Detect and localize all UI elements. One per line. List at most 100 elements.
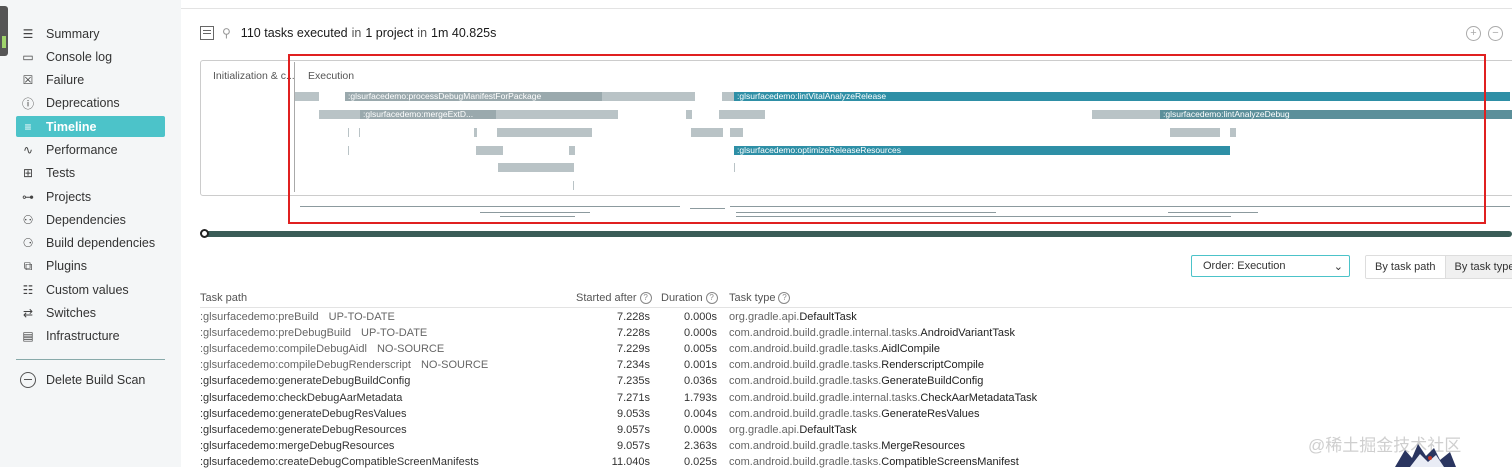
task-path-cell: :glsurfacedemo:compileDebugAidl NO-SOURCE	[200, 343, 444, 355]
sidebar-item-performance[interactable]: ∿ Performance	[16, 139, 165, 160]
help-icon[interactable]: ?	[705, 292, 718, 304]
mascot-image	[1395, 444, 1456, 467]
task-outcome: UP-TO-DATE	[361, 327, 428, 340]
table-row[interactable]: :glsurfacedemo:generateDebugResValues 9.0…	[0, 407, 1512, 423]
task-path-cell: :glsurfacedemo:mergeDebugResources	[200, 440, 404, 452]
task-path[interactable]: :glsurfacedemo:compileDebugRenderscript	[200, 359, 411, 371]
task-path[interactable]: :glsurfacedemo:preDebugBuild	[200, 327, 351, 339]
column-header-started-after[interactable]: Started after?	[576, 292, 652, 304]
sidebar-item-label: Summary	[46, 26, 100, 41]
build-summary: ⚲ 110 tasks executed in 1 project in 1m …	[200, 26, 496, 40]
sidebar-edge-tab[interactable]	[0, 6, 8, 56]
sidebar-item-summary[interactable]: ☰ Summary	[16, 23, 165, 44]
task-path[interactable]: :glsurfacedemo:generateDebugResValues	[200, 408, 406, 420]
task-type-package: org.gradle.api.	[729, 423, 800, 436]
help-icon[interactable]: ?	[778, 292, 791, 304]
list-icon[interactable]	[200, 26, 214, 40]
zoom-out-icon[interactable]: −	[1488, 26, 1503, 41]
duration-cell: 2.363s	[683, 439, 717, 452]
by-task-path-button[interactable]: By task path	[1366, 256, 1445, 278]
task-type-cell: com.android.build.gradle.tasks.AidlCompi…	[729, 343, 940, 355]
failure-icon: ☒	[22, 73, 34, 88]
sidebar-item-custom-values[interactable]: ☷ Custom values	[16, 279, 165, 300]
sidebar-item-label: Custom values	[46, 282, 129, 297]
task-outcome: NO-SOURCE	[376, 343, 445, 356]
sidebar-item-dependencies[interactable]: ⚇ Dependencies	[16, 209, 165, 230]
task-type-class[interactable]: DefaultTask	[799, 424, 856, 436]
table-row[interactable]: :glsurfacedemo:createDebugCompatibleScre…	[0, 455, 1512, 471]
task-path-cell: :glsurfacedemo:preBuild UP-TO-DATE	[200, 311, 395, 323]
help-icon[interactable]: ?	[639, 292, 652, 304]
summary-icon: ☰	[22, 26, 34, 41]
order-select[interactable]: Order: Execution ⌄	[1191, 255, 1350, 277]
duration-cell: 0.036s	[683, 375, 717, 388]
task-type-class[interactable]: AidlCompile	[881, 343, 940, 355]
task-type-package: com.android.build.gradle.tasks.	[729, 375, 882, 388]
table-row[interactable]: :glsurfacedemo:preDebugBuild UP-TO-DATE 7.…	[0, 326, 1512, 342]
task-type-package: com.android.build.gradle.internal.tasks.	[729, 391, 921, 404]
timeline-scrollbar[interactable]	[203, 231, 1512, 237]
sidebar-item-build-dependencies[interactable]: ⚆ Build dependencies	[16, 233, 165, 254]
sidebar-item-label: Build dependencies	[46, 236, 156, 251]
task-path[interactable]: :glsurfacedemo:compileDebugAidl	[200, 343, 367, 355]
task-path-cell: :glsurfacedemo:preDebugBuild UP-TO-DATE	[200, 327, 427, 339]
table-row[interactable]: :glsurfacedemo:mergeDebugResources 9.057s…	[0, 439, 1512, 455]
task-type-class[interactable]: CheckAarMetadataTask	[920, 392, 1037, 404]
task-type-class[interactable]: RenderscriptCompile	[881, 359, 984, 371]
task-type-class[interactable]: CompatibleScreensManifest	[881, 456, 1019, 468]
column-header-task-path[interactable]: Task path	[200, 292, 247, 304]
task-type-cell: com.android.build.gradle.internal.tasks.…	[729, 327, 1015, 339]
dependencies-icon: ⚇	[22, 212, 34, 227]
table-row[interactable]: :glsurfacedemo:generateDebugResources 9.0…	[0, 423, 1512, 439]
task-path[interactable]: :glsurfacedemo:generateDebugBuildConfig	[200, 375, 410, 387]
tests-icon: ⊞	[22, 166, 34, 181]
sidebar-item-tests[interactable]: ⊞ Tests	[16, 163, 165, 184]
task-path[interactable]: :glsurfacedemo:preBuild	[200, 311, 319, 323]
table-row[interactable]: :glsurfacedemo:generateDebugBuildConfig 7…	[0, 374, 1512, 390]
task-type-cell: com.android.build.gradle.tasks.GenerateB…	[729, 375, 983, 387]
task-type-class[interactable]: DefaultTask	[799, 311, 856, 323]
sidebar-item-console-log[interactable]: ▭ Console log	[16, 46, 165, 67]
deprecations-icon: ⓘ	[21, 96, 34, 111]
task-path[interactable]: :glsurfacedemo:mergeDebugResources	[200, 440, 394, 452]
summary-in-text: in	[351, 26, 362, 40]
task-path[interactable]: :glsurfacedemo:generateDebugResources	[200, 424, 407, 436]
task-path[interactable]: :glsurfacedemo:createDebugCompatibleScre…	[200, 456, 479, 468]
started-after-cell: 11.040s	[611, 455, 650, 468]
timeline-scroll-handle[interactable]	[200, 229, 209, 238]
column-header-task-type[interactable]: Task type?	[729, 292, 791, 304]
duration-cell: 0.005s	[683, 343, 717, 356]
duration-cell: 0.000s	[683, 311, 717, 323]
task-type-class[interactable]: AndroidVariantTask	[920, 327, 1015, 339]
by-task-type-button[interactable]: By task type	[1444, 256, 1512, 278]
top-divider	[181, 8, 1512, 9]
zoom-in-icon[interactable]: +	[1466, 26, 1481, 41]
task-type-class[interactable]: GenerateResValues	[881, 408, 979, 420]
task-type-package: org.gradle.api.	[729, 311, 800, 323]
task-path[interactable]: :glsurfacedemo:checkDebugAarMetadata	[200, 392, 402, 404]
project-count: 1 project	[365, 26, 414, 40]
table-row[interactable]: :glsurfacedemo:compileDebugRenderscript N…	[0, 358, 1512, 374]
sidebar-item-projects[interactable]: ⊶ Projects	[16, 186, 165, 207]
performance-icon: ∿	[22, 142, 34, 157]
build-duration: 1m 40.825s	[431, 26, 497, 40]
sidebar-item-failure[interactable]: ☒ Failure	[16, 70, 165, 91]
task-type-class[interactable]: MergeResources	[881, 440, 965, 452]
table-row[interactable]: :glsurfacedemo:checkDebugAarMetadata 7.27…	[0, 391, 1512, 407]
started-after-cell: 7.229s	[616, 343, 650, 356]
sidebar-item-label: Performance	[46, 142, 118, 157]
sidebar-item-plugins[interactable]: ⧉ Plugins	[16, 256, 165, 277]
table-row[interactable]: :glsurfacedemo:compileDebugAidl NO-SOURCE…	[0, 342, 1512, 358]
task-type-class[interactable]: GenerateBuildConfig	[881, 375, 983, 387]
sidebar-item-deprecations[interactable]: ⓘ Deprecations	[16, 93, 165, 114]
task-type-cell: com.android.build.gradle.tasks.Compatibl…	[729, 456, 1019, 468]
task-type-cell: org.gradle.api.DefaultTask	[729, 424, 857, 436]
task-path-cell: :glsurfacedemo:generateDebugResValues	[200, 408, 416, 420]
task-path-cell: :glsurfacedemo:checkDebugAarMetadata	[200, 392, 412, 404]
started-after-cell: 7.228s	[616, 327, 650, 340]
started-after-cell: 7.271s	[616, 391, 650, 404]
column-header-duration[interactable]: Duration?	[661, 292, 718, 304]
search-icon[interactable]: ⚲	[222, 26, 231, 40]
sidebar-item-timeline[interactable]: ≡ Timeline	[16, 116, 165, 138]
table-row[interactable]: :glsurfacedemo:preBuild UP-TO-DATE 7.228s 0…	[0, 310, 1512, 326]
